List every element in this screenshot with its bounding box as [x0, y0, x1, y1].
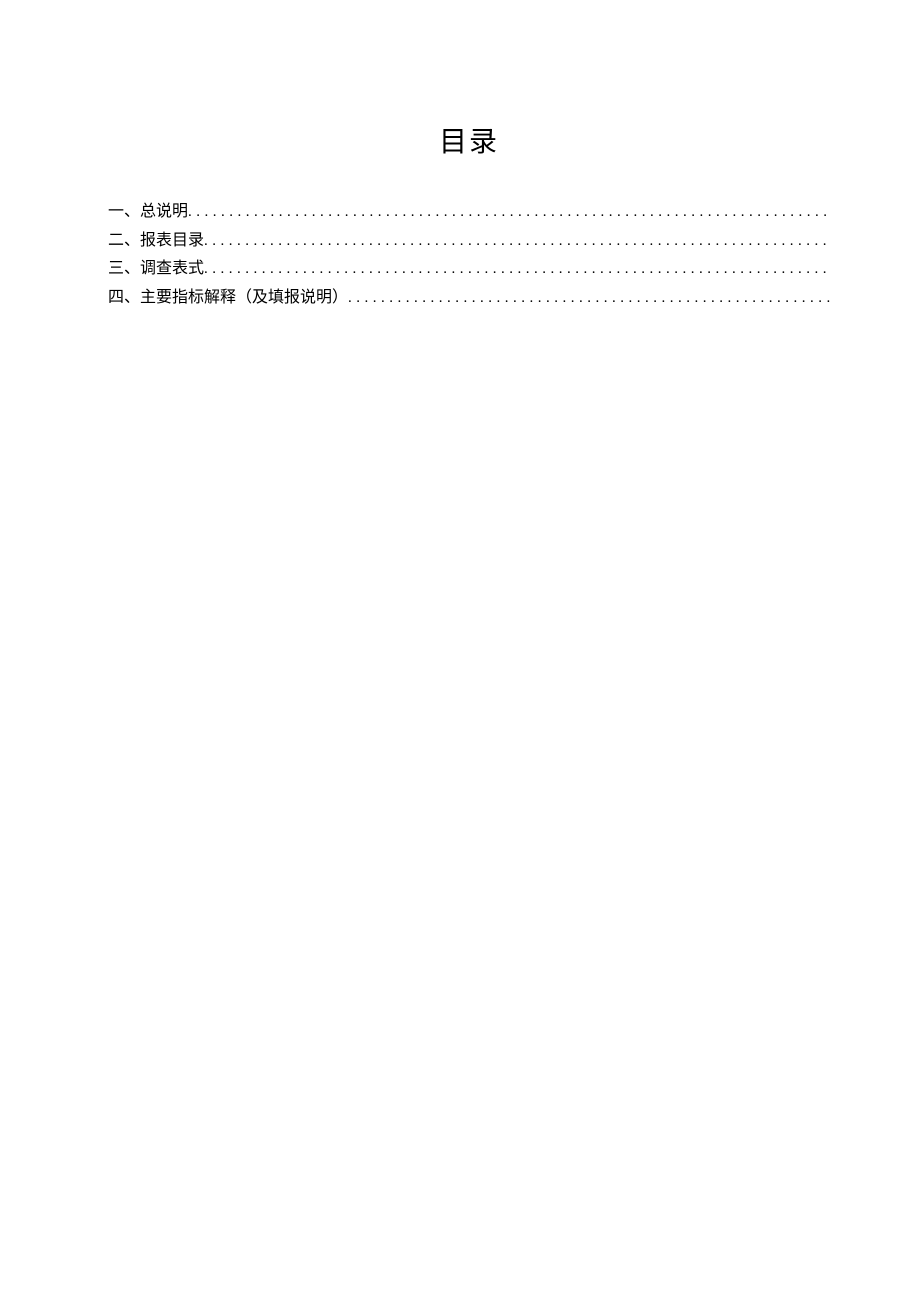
toc-entry-label: 四、主要指标解释（及填报说明） — [108, 284, 348, 313]
toc-title: 目录 — [108, 120, 830, 160]
toc-leader — [204, 255, 830, 284]
page-content: 目录 一、总说明 二、报表目录 三、调查表式 四、主要指标解释（及填报说明） — [0, 0, 920, 312]
toc-list: 一、总说明 二、报表目录 三、调查表式 四、主要指标解释（及填报说明） — [108, 198, 830, 312]
toc-entry-label: 二、报表目录 — [108, 227, 204, 256]
toc-entry: 一、总说明 — [108, 198, 830, 227]
toc-entry: 四、主要指标解释（及填报说明） — [108, 284, 830, 313]
toc-leader — [348, 284, 830, 313]
toc-leader — [204, 227, 830, 256]
toc-entry-label: 一、总说明 — [108, 198, 188, 227]
toc-leader — [188, 198, 830, 227]
toc-entry: 二、报表目录 — [108, 227, 830, 256]
toc-entry: 三、调查表式 — [108, 255, 830, 284]
toc-entry-label: 三、调查表式 — [108, 255, 204, 284]
